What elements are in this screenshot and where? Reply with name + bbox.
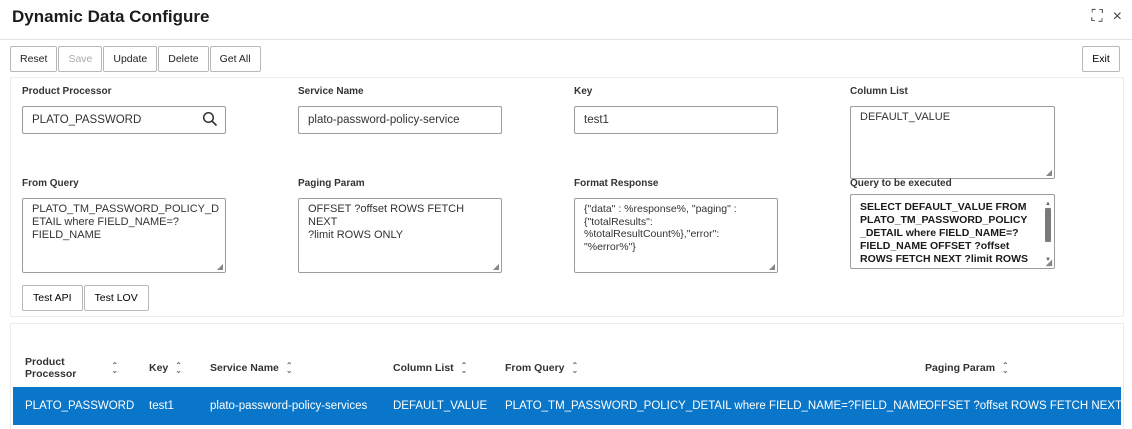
query-to-execute-textarea[interactable]: SELECT DEFAULT_VALUE FROM PLATO_TM_PASSW… — [850, 194, 1055, 269]
product-processor-label: Product Processor — [22, 86, 112, 97]
text-line: {"data" : %response%, "paging" : — [584, 203, 737, 215]
text-line: FIELD_NAME OFFSET ?offset — [860, 240, 1010, 252]
resize-grip-icon[interactable]: ◢ — [1046, 169, 1052, 177]
test-lov-button[interactable]: Test LOV — [83, 285, 149, 311]
header-label: From Query — [505, 362, 565, 374]
text-line: ?limit ROWS ONLY — [308, 229, 404, 241]
sort-icon[interactable]: ⌃ ⌄ — [286, 362, 293, 375]
resize-grip-icon[interactable]: ◢ — [493, 263, 499, 271]
header-label: Key — [149, 362, 169, 374]
header-label: Product — [25, 356, 65, 368]
format-response-label: Format Response — [574, 178, 659, 189]
from-query-label: From Query — [22, 178, 79, 189]
cell-service-name: plato-password-policy-services — [210, 400, 368, 412]
service-name-input[interactable]: plato-password-policy-service — [298, 106, 502, 134]
text-line: {"totalResults": — [584, 215, 653, 228]
paging-param-field: Paging Param OFFSET ?offset ROWS FETCH N… — [298, 178, 502, 273]
cell-key: test1 — [149, 400, 174, 412]
save-button[interactable]: Save — [58, 46, 103, 72]
results-grid: Product Processor ⌃ ⌄ Key ⌃ ⌄ Service Name… — [10, 323, 1124, 429]
test-api-button[interactable]: Test API — [22, 285, 83, 311]
text-line: SELECT DEFAULT_VALUE FROM — [860, 201, 1027, 213]
column-list-field: Column List DEFAULT_VALUE ◢ — [850, 86, 1055, 179]
column-header-column-list[interactable]: Column List ⌃ ⌄ — [393, 350, 467, 386]
test-actions: Test API Test LOV — [22, 285, 150, 311]
column-header-key[interactable]: Key ⌃ ⌄ — [149, 350, 182, 386]
grid-header: Product Processor ⌃ ⌄ Key ⌃ ⌄ Service Name… — [11, 350, 1123, 386]
product-processor-input[interactable]: PLATO_PASSWORD — [22, 106, 226, 134]
cell-paging-param: OFFSET ?offset ROWS FETCH NEXT ?li — [925, 400, 1124, 412]
column-list-label: Column List — [850, 86, 908, 97]
query-to-execute-field: Query to be executed SELECT DEFAULT_VALU… — [850, 178, 1055, 269]
service-name-field: Service Name plato-password-policy-servi… — [298, 86, 502, 134]
key-label: Key — [574, 86, 593, 97]
header-label: Column List — [393, 362, 454, 374]
text-line: _DETAIL where FIELD_NAME=? — [860, 227, 1019, 239]
cell-from-query: PLATO_TM_PASSWORD_POLICY_DETAIL where FI… — [505, 400, 927, 412]
column-header-paging-param[interactable]: Paging Param ⌃ ⌄ — [925, 350, 1009, 386]
column-list-value: DEFAULT_VALUE — [860, 111, 951, 123]
from-query-field: From Query PLATO_TM_PASSWORD_POLICY_D ET… — [22, 178, 226, 273]
header-label: Service Name — [210, 362, 279, 374]
text-line: OFFSET ?offset ROWS FETCH NEXT — [308, 203, 465, 228]
product-processor-value: PLATO_PASSWORD — [32, 114, 142, 126]
window-controls: ⛶ × — [1091, 9, 1122, 25]
page-title: Dynamic Data Configure — [12, 7, 210, 26]
resize-grip-icon[interactable]: ◢ — [1046, 259, 1052, 267]
resize-grip-icon[interactable]: ◢ — [217, 263, 223, 271]
table-row[interactable]: PLATO_PASSWORD test1 plato-password-poli… — [13, 387, 1124, 425]
cell-column-list: DEFAULT_VALUE — [393, 400, 488, 412]
column-header-service-name[interactable]: Service Name ⌃ ⌄ — [210, 350, 293, 386]
scrollbar-thumb[interactable] — [1045, 208, 1051, 242]
format-response-textarea[interactable]: {"data" : %response%, "paging" : {"total… — [574, 198, 778, 273]
text-line: "%error%"} — [584, 240, 636, 253]
column-header-product-processor[interactable]: Product Processor ⌃ ⌄ — [25, 350, 135, 386]
paging-param-textarea[interactable]: OFFSET ?offset ROWS FETCH NEXT ?limit RO… — [298, 198, 502, 273]
search-icon[interactable] — [202, 111, 218, 127]
reset-button[interactable]: Reset — [10, 46, 58, 72]
product-processor-field: Product Processor PLATO_PASSWORD — [22, 86, 226, 134]
exit-button[interactable]: Exit — [1082, 46, 1120, 72]
sort-icon[interactable]: ⌃ ⌄ — [572, 362, 579, 375]
resize-grip-icon[interactable]: ◢ — [769, 263, 775, 271]
column-list-textarea[interactable]: DEFAULT_VALUE ◢ — [850, 106, 1055, 179]
header-label: Paging Param — [925, 362, 996, 374]
column-header-from-query[interactable]: From Query ⌃ ⌄ — [505, 350, 578, 386]
text-line: PLATO_TM_PASSWORD_POLICY — [860, 214, 1028, 226]
query-to-execute-label: Query to be executed — [850, 178, 952, 189]
from-query-textarea[interactable]: PLATO_TM_PASSWORD_POLICY_D ETAIL where F… — [22, 198, 226, 273]
text-line: FIELD_NAME — [32, 229, 102, 241]
text-line: ETAIL where FIELD_NAME=? — [32, 216, 180, 228]
close-icon[interactable]: × — [1113, 9, 1122, 25]
sort-icon[interactable]: ⌃ ⌄ — [111, 362, 118, 375]
service-name-label: Service Name — [298, 86, 364, 97]
text-line: ROWS FETCH NEXT ?limit ROWS — [860, 253, 1028, 265]
text-line: %totalResultCount%},"error": — [584, 228, 720, 240]
header-label: Processor — [25, 368, 77, 380]
format-response-field: Format Response {"data" : %response%, "p… — [574, 178, 778, 273]
update-button[interactable]: Update — [103, 46, 158, 72]
title-bar: Dynamic Data Configure ⛶ × — [0, 0, 1132, 40]
key-field: Key test1 — [574, 86, 778, 134]
expand-icon[interactable]: ⛶ — [1091, 9, 1102, 25]
text-line: PLATO_TM_PASSWORD_POLICY_D — [32, 203, 220, 215]
paging-param-label: Paging Param — [298, 178, 365, 189]
sort-icon[interactable]: ⌃ ⌄ — [175, 362, 182, 375]
key-input[interactable]: test1 — [574, 106, 778, 134]
delete-button[interactable]: Delete — [158, 46, 209, 72]
get-all-button[interactable]: Get All — [209, 46, 261, 72]
toolbar: Reset Save Update Delete Get All — [10, 46, 262, 72]
sort-icon[interactable]: ⌃ ⌄ — [461, 362, 468, 375]
sort-icon[interactable]: ⌃ ⌄ — [1002, 362, 1009, 375]
scrollbar[interactable]: ▲ ▼ — [1044, 198, 1052, 267]
cell-product-processor: PLATO_PASSWORD — [25, 400, 135, 412]
